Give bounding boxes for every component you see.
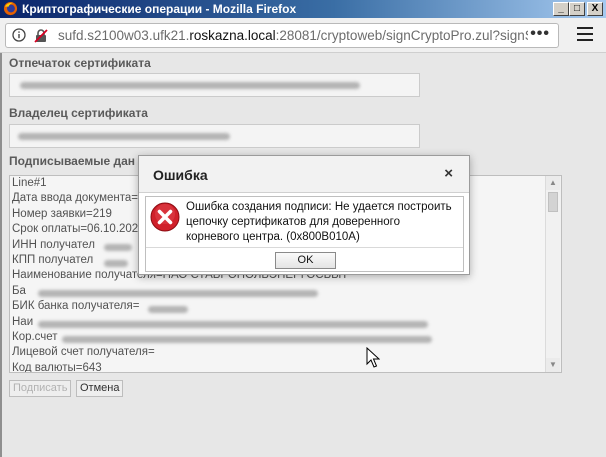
error-dialog: Ошибка × Ошибка создания подписи: Не уда… [138, 155, 470, 275]
address-bar[interactable]: sufd.s2100w03.ufk21.roskazna.local:28081… [5, 23, 559, 48]
error-message: Ошибка создания подписи: Не удается пост… [186, 201, 452, 243]
minimize-button[interactable]: _ [553, 2, 569, 16]
firefox-icon [3, 1, 18, 16]
error-icon [150, 202, 180, 232]
page-actions-button[interactable]: ••• [530, 25, 550, 43]
dialog-title: Ошибка [153, 167, 208, 183]
window-titlebar: Криптографические операции - Mozilla Fir… [0, 0, 606, 18]
navigation-bar: sufd.s2100w03.ufk21.roskazna.local:28081… [0, 18, 606, 53]
maximize-button[interactable]: □ [569, 2, 585, 16]
ok-button[interactable]: OK [275, 252, 336, 269]
url-text[interactable]: sufd.s2100w03.ufk21.roskazna.local:28081… [58, 28, 528, 43]
dialog-header: Ошибка × [139, 156, 469, 193]
dialog-divider [146, 247, 463, 248]
close-window-button[interactable]: X [587, 2, 603, 16]
mouse-cursor-icon [366, 347, 380, 368]
dialog-body: Ошибка создания подписи: Не удается пост… [145, 196, 464, 272]
hamburger-menu-icon[interactable] [577, 27, 593, 42]
info-icon[interactable] [12, 28, 26, 42]
dialog-close-button[interactable]: × [444, 165, 453, 182]
lock-strike-icon[interactable] [33, 28, 49, 44]
window-title: Криптографические операции - Mozilla Fir… [22, 2, 297, 16]
